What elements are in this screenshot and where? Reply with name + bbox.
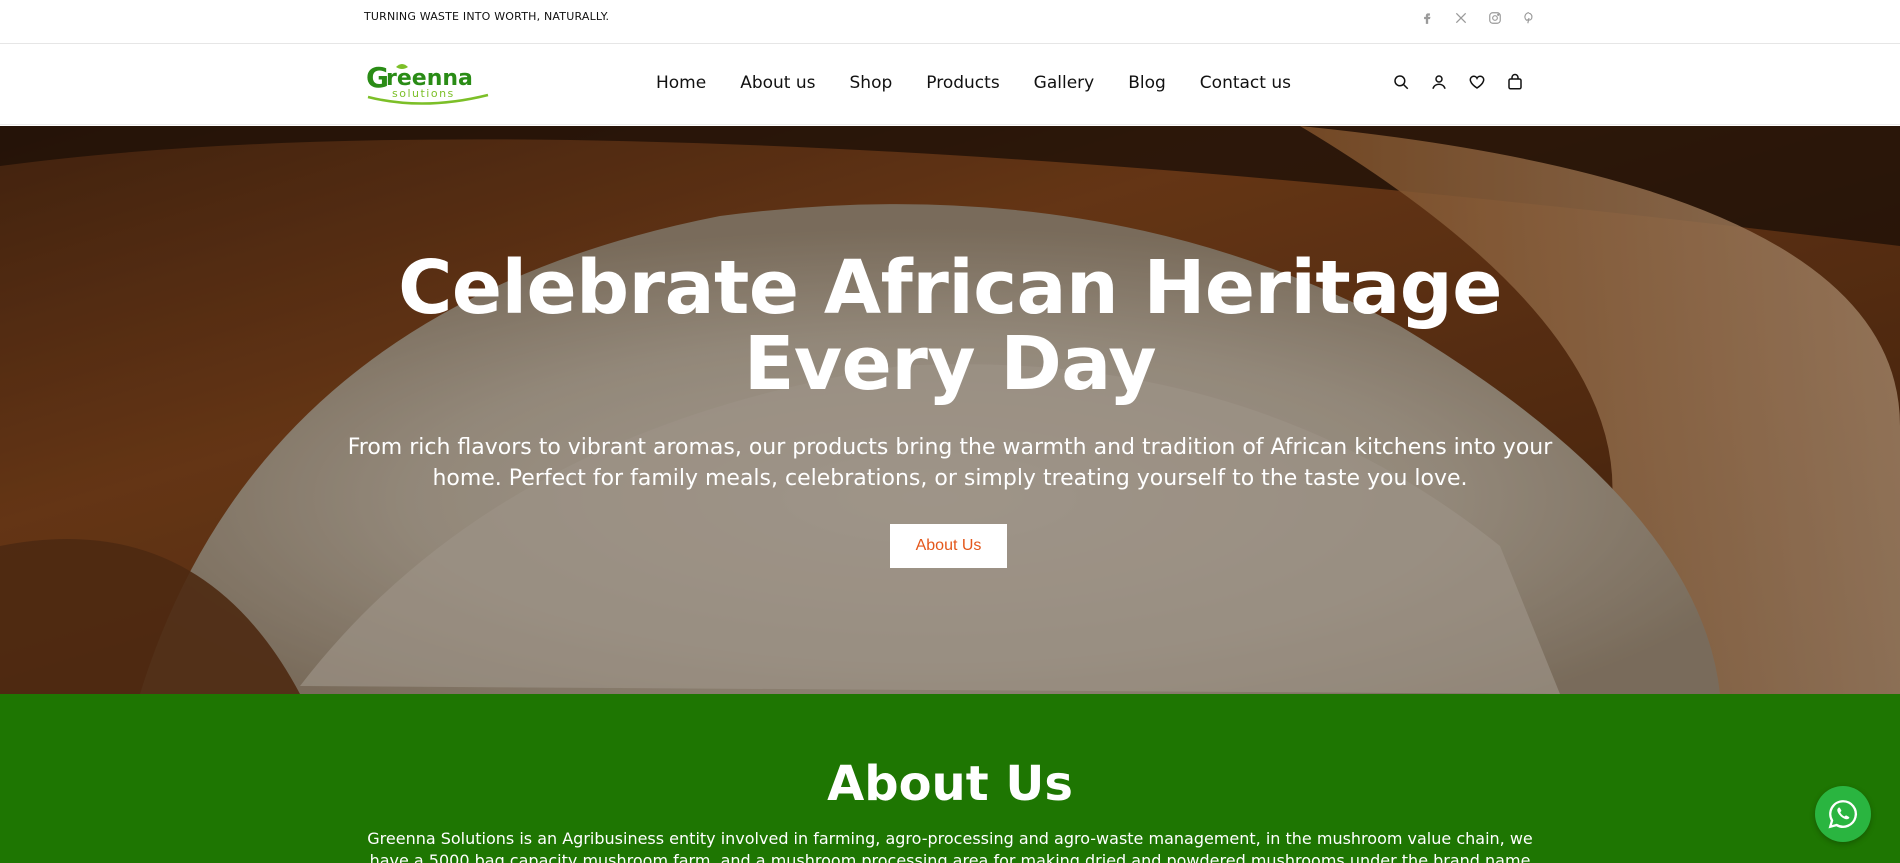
wishlist-icon[interactable] bbox=[1466, 71, 1488, 93]
pinterest-icon[interactable] bbox=[1518, 9, 1540, 27]
site-logo[interactable]: G reenna solutions bbox=[364, 59, 492, 105]
nav-gallery[interactable]: Gallery bbox=[1034, 73, 1095, 93]
nav-products[interactable]: Products bbox=[926, 73, 999, 93]
nav-blog[interactable]: Blog bbox=[1128, 73, 1166, 93]
about-section: About Us Greenna Solutions is an Agribus… bbox=[0, 694, 1900, 863]
nav-shop[interactable]: Shop bbox=[850, 73, 893, 93]
about-us-button[interactable]: About Us bbox=[890, 524, 1007, 568]
nav-about-us[interactable]: About us bbox=[740, 73, 815, 93]
nav-home[interactable]: Home bbox=[656, 73, 706, 93]
whatsapp-chat-button[interactable] bbox=[1815, 786, 1871, 842]
instagram-icon[interactable] bbox=[1484, 9, 1506, 27]
about-text: Greenna Solutions is an Agribusiness ent… bbox=[367, 829, 1533, 863]
main-header: G reenna solutions Home About us Shop Pr… bbox=[0, 45, 1900, 125]
main-nav: Home About us Shop Products Gallery Blog… bbox=[656, 73, 1291, 93]
facebook-icon[interactable] bbox=[1416, 9, 1438, 27]
tagline: TURNING WASTE INTO WORTH, NATURALLY. bbox=[364, 10, 610, 23]
svg-text:solutions: solutions bbox=[392, 87, 455, 100]
social-links bbox=[1416, 9, 1540, 27]
whatsapp-icon bbox=[1828, 800, 1858, 829]
cart-icon[interactable] bbox=[1504, 71, 1526, 93]
header-actions bbox=[1390, 71, 1526, 93]
about-title: About Us bbox=[827, 756, 1073, 812]
hero-subtitle: From rich flavors to vibrant aromas, our… bbox=[347, 435, 1553, 491]
top-bar: TURNING WASTE INTO WORTH, NATURALLY. bbox=[0, 0, 1900, 44]
hero-overlay bbox=[0, 126, 1900, 694]
hero-section: Celebrate African Heritage Every Day Fro… bbox=[0, 126, 1900, 694]
nav-contact-us[interactable]: Contact us bbox=[1200, 73, 1291, 93]
search-icon[interactable] bbox=[1390, 71, 1412, 93]
x-twitter-icon[interactable] bbox=[1450, 9, 1472, 27]
hero-title: Celebrate African Heritage Every Day bbox=[398, 245, 1502, 407]
account-icon[interactable] bbox=[1428, 71, 1450, 93]
